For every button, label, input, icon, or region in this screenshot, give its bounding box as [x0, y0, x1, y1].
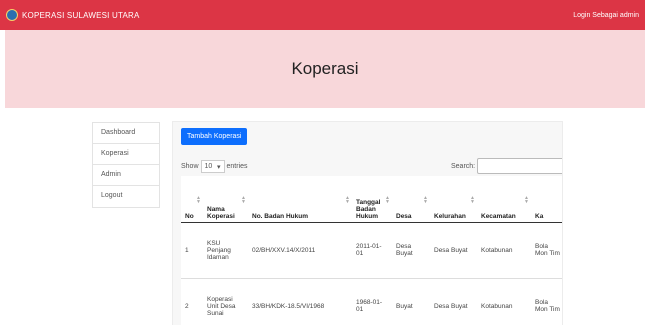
column-header-ka[interactable]: Ka — [531, 176, 562, 223]
cell-kelurahan: Desa Buyat — [430, 221, 477, 278]
table-header-row: No ▲ ▼ Nama Koperasi ▲ ▼ No. Badan Hukum ▲ ▼ T… — [181, 176, 562, 223]
column-header-kecamatan[interactable]: Kecamatan ▲ ▼ — [477, 176, 531, 223]
cell-kelurahan: Desa Buyat — [430, 277, 477, 325]
entries-label: entries — [226, 163, 248, 170]
logo-icon — [6, 9, 18, 21]
table-row: 2 Koperasi Unit Desa Sunai 33/BH/KDK-18.… — [181, 277, 562, 325]
chevron-down-icon: ▾ — [217, 163, 221, 171]
sort-icon: ▲ ▼ — [385, 195, 390, 205]
column-header-no[interactable]: No ▲ ▼ — [181, 176, 203, 223]
sort-icon: ▲ ▼ — [196, 195, 201, 205]
sidebar-item-logout[interactable]: Logout — [93, 186, 159, 207]
cell-kecamatan: Kotabunan — [477, 277, 531, 325]
cell-tanggal: 2011-01-01 — [352, 221, 392, 278]
cell-badan-hukum: 02/BH/XXV.14/X/2011 — [248, 221, 352, 278]
cell-no: 1 — [181, 221, 203, 278]
brand-title: KOPERASI SULAWESI UTARA — [22, 10, 140, 20]
table-row: 1 KSU Penjang Idaman 02/BH/XXV.14/X/2011… — [181, 221, 562, 278]
column-header-desa[interactable]: Desa ▲ ▼ — [392, 176, 430, 223]
cell-kecamatan: Kotabunan — [477, 221, 531, 278]
sidebar-item-admin[interactable]: Admin — [93, 165, 159, 186]
sidebar-item-dashboard[interactable]: Dashboard — [93, 123, 159, 144]
page-header: Koperasi — [5, 30, 645, 108]
sort-icon: ▲ ▼ — [345, 195, 350, 205]
brand[interactable]: KOPERASI SULAWESI UTARA — [6, 9, 140, 21]
top-navbar: KOPERASI SULAWESI UTARA Login Sebagai ad… — [0, 0, 645, 30]
cell-kabupaten: Bola Mon Tim — [531, 221, 562, 278]
sidebar-item-koperasi[interactable]: Koperasi — [93, 144, 159, 165]
sort-icon: ▲ ▼ — [470, 195, 475, 205]
koperasi-table: No ▲ ▼ Nama Koperasi ▲ ▼ No. Badan Hukum ▲ ▼ T… — [181, 176, 562, 325]
column-header-kelurahan[interactable]: Kelurahan ▲ ▼ — [430, 176, 477, 223]
cell-no: 2 — [181, 277, 203, 325]
koperasi-card: Tambah Koperasi Show 10 ▾ entries Search… — [172, 121, 563, 325]
column-header-badan-hukum[interactable]: No. Badan Hukum ▲ ▼ — [248, 176, 352, 223]
column-header-tanggal[interactable]: Tanggal Badan Hukum ▲ ▼ — [352, 176, 392, 223]
sidebar: Dashboard Koperasi Admin Logout — [92, 122, 160, 208]
add-koperasi-button[interactable]: Tambah Koperasi — [181, 128, 248, 145]
search-input[interactable] — [477, 158, 562, 174]
sort-icon: ▲ ▼ — [241, 195, 246, 205]
entries-select[interactable]: 10 ▾ — [200, 160, 225, 173]
sort-icon: ▲ ▼ — [524, 195, 529, 205]
user-login-status: Login Sebagai admin — [573, 11, 639, 19]
entries-length-control: Show 10 ▾ entries — [181, 160, 248, 173]
show-label: Show — [181, 163, 199, 170]
entries-value: 10 — [204, 163, 213, 170]
cell-tanggal: 1968-01-01 — [352, 277, 392, 325]
cell-desa: Buyat — [392, 277, 430, 325]
cell-kabupaten: Bola Mon Tim — [531, 277, 562, 325]
cell-nama: KSU Penjang Idaman — [203, 221, 248, 278]
search-control: Search: — [451, 158, 562, 174]
cell-badan-hukum: 33/BH/KDK-18.5/VI/1968 — [248, 277, 352, 325]
search-label: Search: — [451, 162, 476, 170]
cell-nama: Koperasi Unit Desa Sunai — [203, 277, 248, 325]
page-title: Koperasi — [291, 59, 359, 78]
column-header-nama[interactable]: Nama Koperasi ▲ ▼ — [203, 176, 248, 223]
sort-icon: ▲ ▼ — [423, 195, 428, 205]
cell-desa: Desa Buyat — [392, 221, 430, 278]
